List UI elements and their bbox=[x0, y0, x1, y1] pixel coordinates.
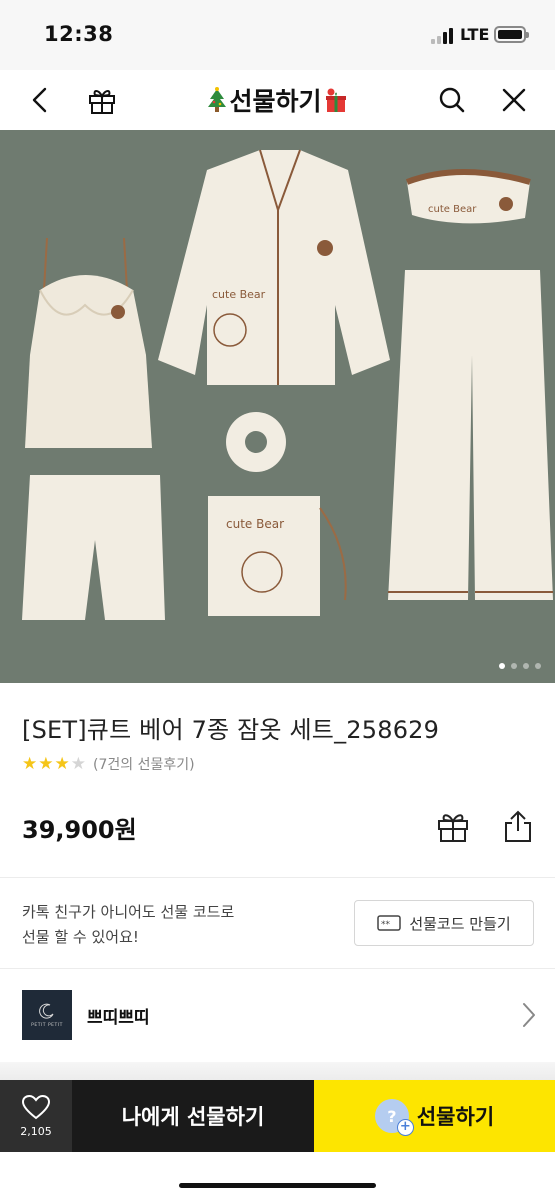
present-icon bbox=[325, 88, 346, 112]
share-icon bbox=[505, 810, 531, 842]
svg-text:**: ** bbox=[381, 920, 391, 930]
share-button[interactable] bbox=[496, 804, 540, 848]
ticket-icon: ** bbox=[377, 915, 402, 931]
review-count-link[interactable]: (7건의 선물후기) bbox=[93, 754, 195, 774]
nav-bar: 선물하기 bbox=[0, 70, 555, 130]
pager-dot bbox=[523, 663, 529, 669]
gift-to-self-button[interactable]: 나에게 선물하기 bbox=[72, 1080, 314, 1152]
christmas-tree-icon bbox=[208, 87, 227, 112]
gift-wrap-button[interactable] bbox=[431, 804, 475, 848]
product-title: [SET]큐트 베어 7종 잠옷 세트_258629 bbox=[22, 716, 440, 744]
search-icon bbox=[439, 87, 465, 113]
divider bbox=[0, 877, 555, 878]
like-count: 2,105 bbox=[20, 1125, 52, 1138]
bottom-action-bar: 2,105 나에게 선물하기 ? + 선물하기 bbox=[0, 1080, 555, 1152]
product-price: 39,900원 bbox=[22, 816, 137, 844]
gift-code-line: 선물 할 수 있어요! bbox=[22, 928, 139, 946]
battery-icon bbox=[494, 26, 529, 43]
svg-text:cute Bear: cute Bear bbox=[212, 288, 266, 301]
status-time: 12:38 bbox=[44, 22, 114, 46]
network-label: LTE bbox=[460, 25, 490, 44]
brand-name: 쁘띠쁘띠 bbox=[87, 1008, 150, 1028]
plus-icon: + bbox=[396, 1119, 414, 1136]
divider bbox=[0, 968, 555, 969]
brand-logo-text: PETIT PETIT bbox=[31, 1022, 63, 1028]
product-rating[interactable]: ★ ★ ★ ★ (7건의 선물후기) bbox=[22, 754, 195, 774]
gift-code-description: 카톡 친구가 아니어도 선물 코드로 선물 할 수 있어요! bbox=[22, 900, 234, 950]
send-gift-button[interactable]: ? + 선물하기 bbox=[314, 1080, 555, 1152]
send-gift-label: 선물하기 bbox=[416, 1105, 495, 1129]
gift-box-icon bbox=[438, 814, 468, 842]
section-gap bbox=[0, 1062, 555, 1080]
search-button[interactable] bbox=[430, 78, 474, 122]
pager-dot bbox=[499, 663, 505, 669]
brand-row[interactable]: PETIT PETIT 쁘띠쁘띠 bbox=[0, 986, 555, 1044]
close-button[interactable] bbox=[492, 78, 536, 122]
brand-logo: PETIT PETIT bbox=[22, 990, 72, 1040]
product-photo: cute Bear cute Bear cute Bear bbox=[0, 130, 555, 683]
svg-text:cute Bear: cute Bear bbox=[226, 517, 284, 531]
heart-icon bbox=[21, 1094, 51, 1120]
gift-code-line: 카톡 친구가 아니어도 선물 코드로 bbox=[22, 903, 235, 921]
close-icon bbox=[502, 88, 526, 112]
pager-dot bbox=[535, 663, 541, 669]
star-icon: ★ bbox=[22, 753, 38, 774]
signal-icon bbox=[431, 28, 455, 44]
like-button[interactable]: 2,105 bbox=[0, 1080, 72, 1152]
product-image-carousel[interactable]: cute Bear cute Bear cute Bear bbox=[0, 130, 555, 683]
create-gift-code-button[interactable]: ** 선물코드 만들기 bbox=[354, 900, 534, 946]
status-bar: 12:38 LTE bbox=[0, 0, 555, 70]
star-icon: ★ bbox=[54, 753, 70, 774]
moon-icon bbox=[39, 1003, 54, 1019]
star-icon: ★ bbox=[38, 753, 54, 774]
chevron-right-icon bbox=[523, 1003, 535, 1027]
create-gift-code-label: 선물코드 만들기 bbox=[409, 914, 511, 933]
page-title: 선물하기 bbox=[229, 87, 322, 116]
scrunchie-item bbox=[226, 412, 286, 472]
home-indicator[interactable] bbox=[179, 1183, 376, 1188]
eye-mask-item: cute Bear bbox=[405, 169, 531, 224]
gift-to-self-label: 나에게 선물하기 bbox=[121, 1105, 265, 1129]
star-icon: ★ bbox=[70, 753, 86, 774]
add-friend-icon: ? + bbox=[374, 1099, 414, 1136]
pager-dot bbox=[511, 663, 517, 669]
carousel-pager bbox=[499, 663, 541, 669]
home-area bbox=[0, 1152, 555, 1200]
svg-text:cute Bear: cute Bear bbox=[428, 204, 477, 215]
friend-badge-mark: ? bbox=[387, 1106, 397, 1126]
